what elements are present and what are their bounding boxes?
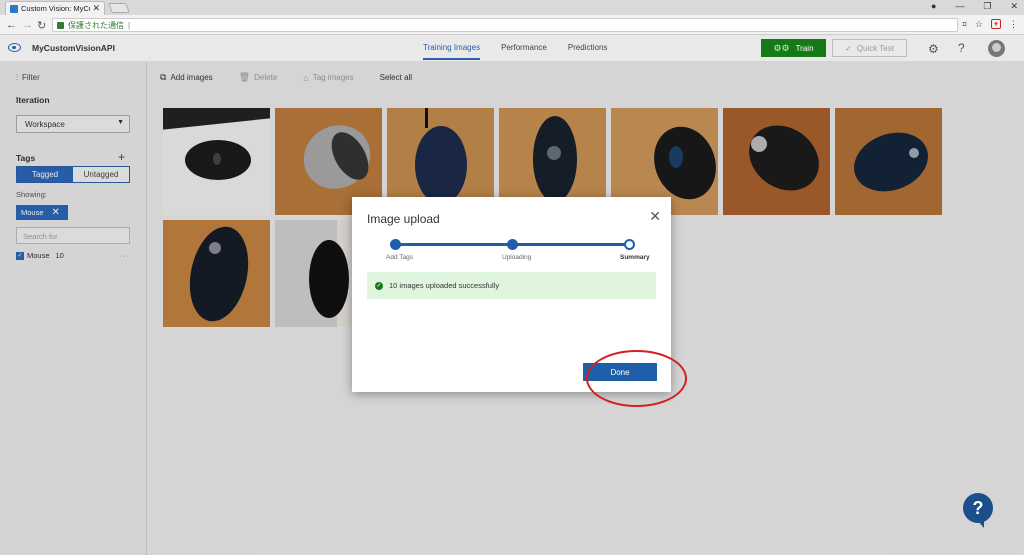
step-dot-uploading: [507, 239, 518, 250]
avatar[interactable]: [988, 40, 1005, 57]
app-header: MyCustomVisionAPI Training Images Perfor…: [0, 35, 1024, 62]
gears-icon: ⚙⚙: [773, 42, 790, 53]
settings-icon[interactable]: ⚙: [928, 42, 939, 56]
step-label-add-tags: Add Tags: [386, 254, 413, 261]
address-bar[interactable]: 保護された通信 |: [52, 18, 958, 32]
new-tab-button[interactable]: [108, 3, 130, 13]
step-dot-add-tags: [390, 239, 401, 250]
browser-tabstrip: Custom Vision: MyCusto ✕ ● — ❐ ✕: [0, 0, 1024, 15]
success-banner: ✓ 10 images uploaded successfully: [367, 272, 656, 299]
reload-icon[interactable]: ↻: [37, 19, 46, 32]
url-cursor: |: [128, 20, 131, 30]
browser-toolbar: ← → ↻ 保護された通信 | ⌗ ☆ ▾ ⋮: [0, 15, 1024, 35]
close-window-icon[interactable]: ✕: [1010, 1, 1018, 12]
star-icon[interactable]: ☆: [975, 19, 983, 30]
check-icon: ✓: [845, 43, 852, 53]
help-chat-button[interactable]: ?: [963, 493, 993, 528]
back-icon[interactable]: ←: [6, 19, 17, 31]
extension-icon[interactable]: ▾: [991, 19, 1001, 29]
help-icon[interactable]: ?: [958, 41, 965, 55]
tab-title: Custom Vision: MyCusto: [21, 4, 90, 13]
step-label-uploading: Uploading: [502, 254, 532, 261]
forward-icon[interactable]: →: [22, 19, 33, 31]
favicon-icon: [10, 4, 18, 13]
progress-stepper: [390, 239, 635, 250]
quick-test-button[interactable]: ✓ Quick Test: [832, 39, 907, 57]
restore-icon[interactable]: ❐: [983, 1, 991, 12]
dialog-title: Image upload: [367, 212, 440, 226]
train-button[interactable]: ⚙⚙ Train: [761, 39, 826, 57]
browser-action-icons: ⌗ ☆ ▾ ⋮: [962, 19, 1018, 30]
translate-icon[interactable]: ⌗: [962, 19, 967, 30]
minimize-icon[interactable]: —: [955, 1, 964, 12]
tab-predictions[interactable]: Predictions: [568, 43, 608, 52]
check-circle-icon: ✓: [375, 281, 383, 290]
top-nav: Training Images Performance Predictions: [423, 43, 608, 60]
success-message: 10 images uploaded successfully: [389, 281, 500, 290]
browser-tab[interactable]: Custom Vision: MyCusto ✕: [5, 1, 105, 15]
menu-icon[interactable]: ⋮: [1009, 19, 1018, 30]
eye-icon[interactable]: [8, 43, 21, 52]
close-icon[interactable]: ✕: [649, 208, 661, 225]
annotation-circle: [586, 350, 687, 407]
quick-test-label: Quick Test: [856, 43, 894, 53]
window-controls: ● — ❐ ✕: [931, 1, 1018, 12]
train-label: Train: [795, 43, 814, 53]
lock-icon: [57, 21, 64, 29]
tab-training-images[interactable]: Training Images: [423, 43, 481, 60]
project-name[interactable]: MyCustomVisionAPI: [32, 43, 115, 53]
user-icon[interactable]: ●: [931, 1, 936, 12]
secure-label: 保護された通信: [68, 20, 124, 30]
tab-performance[interactable]: Performance: [501, 43, 547, 52]
tab-close-icon[interactable]: ✕: [92, 3, 100, 14]
step-label-summary: Summary: [620, 254, 650, 261]
step-dot-summary: [624, 239, 635, 250]
